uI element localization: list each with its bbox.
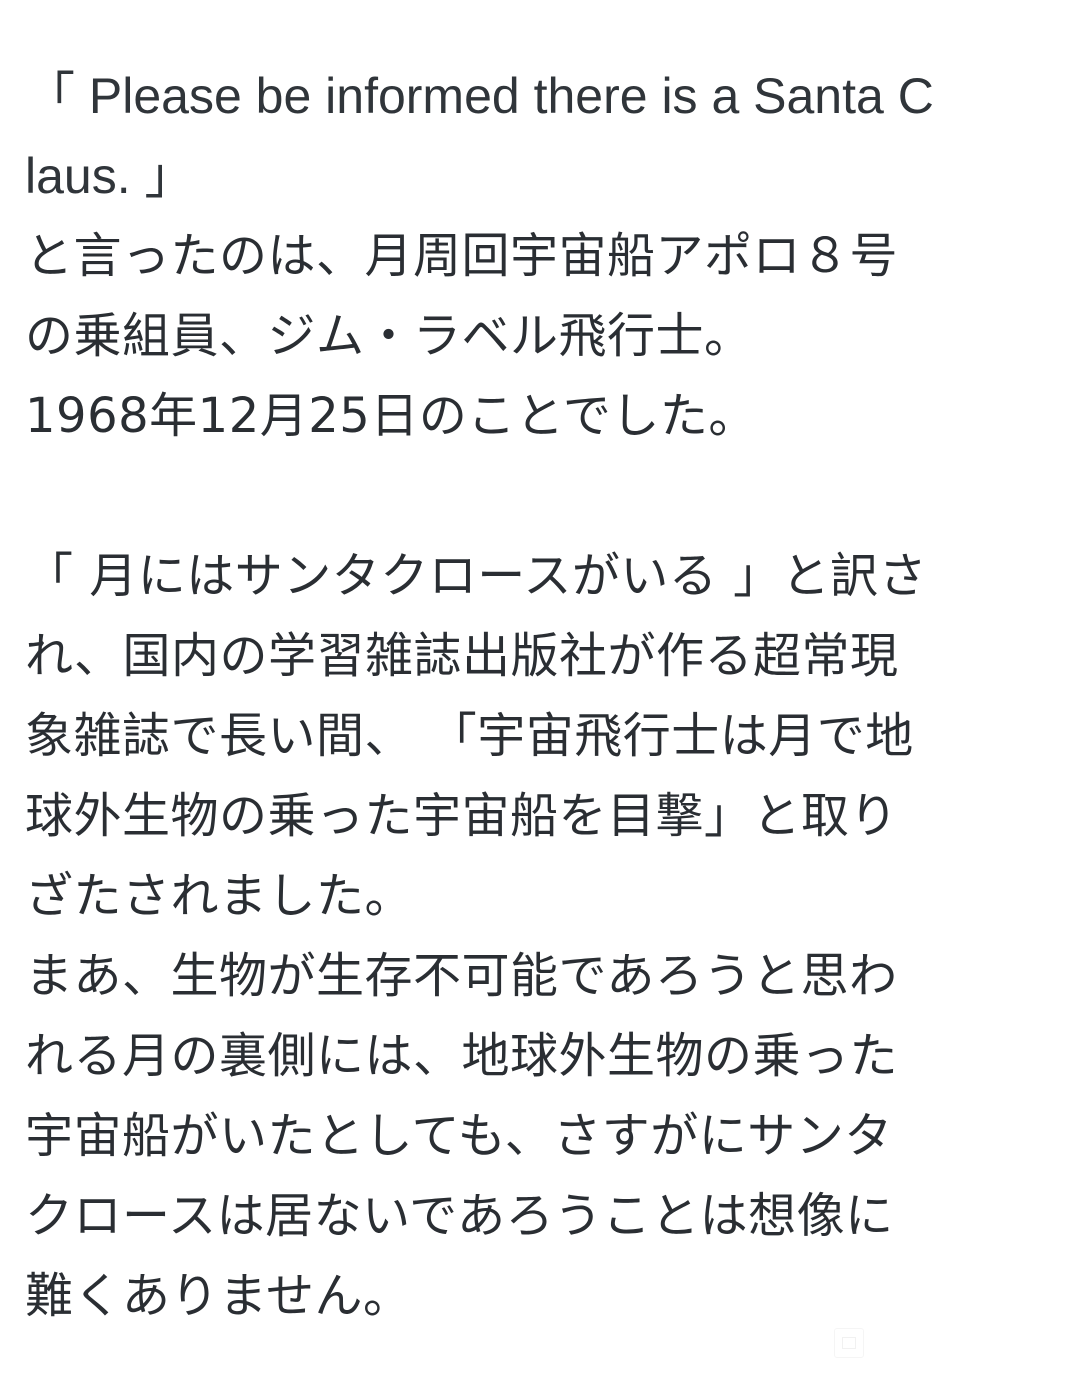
text-line: の乗組員、ジム・ラベル飛行士。 — [25, 308, 753, 364]
text-line: 1968年12月25日のことでした。 — [25, 388, 757, 444]
text-line: れ、国内の学習雑誌出版社が作る超常現 — [25, 628, 899, 684]
text-line: 象雑誌で長い間、 「宇宙飛行士は月で地 — [25, 708, 914, 764]
text-line: laus. 」 — [25, 148, 195, 204]
text-line: ざたされました。 — [25, 868, 414, 924]
text-line: 球外生物の乗った宇宙船を目撃」と取り — [25, 788, 899, 844]
text-line: 「 月にはサンタクロースがいる 」と訳さ — [25, 548, 928, 604]
image-icon — [834, 1328, 864, 1358]
article-body: 「 Please be informed there is a Santa C … — [25, 56, 1065, 1336]
text-line: まあ、生物が生存不可能であろうと思わ — [25, 948, 898, 1004]
text-line: れる月の裏側には、地球外生物の乗った — [25, 1028, 899, 1084]
text-line: クロースは居ないであろうことは想像に — [25, 1188, 894, 1244]
text-line: 難くありません。 — [25, 1268, 412, 1324]
text-line: 宇宙船がいたとしても、さすがにサンタ — [25, 1108, 893, 1164]
text-line: 「 Please be informed there is a Santa C — [25, 68, 934, 124]
text-line: と言ったのは、月周回宇宙船アポロ８号 — [25, 228, 899, 284]
